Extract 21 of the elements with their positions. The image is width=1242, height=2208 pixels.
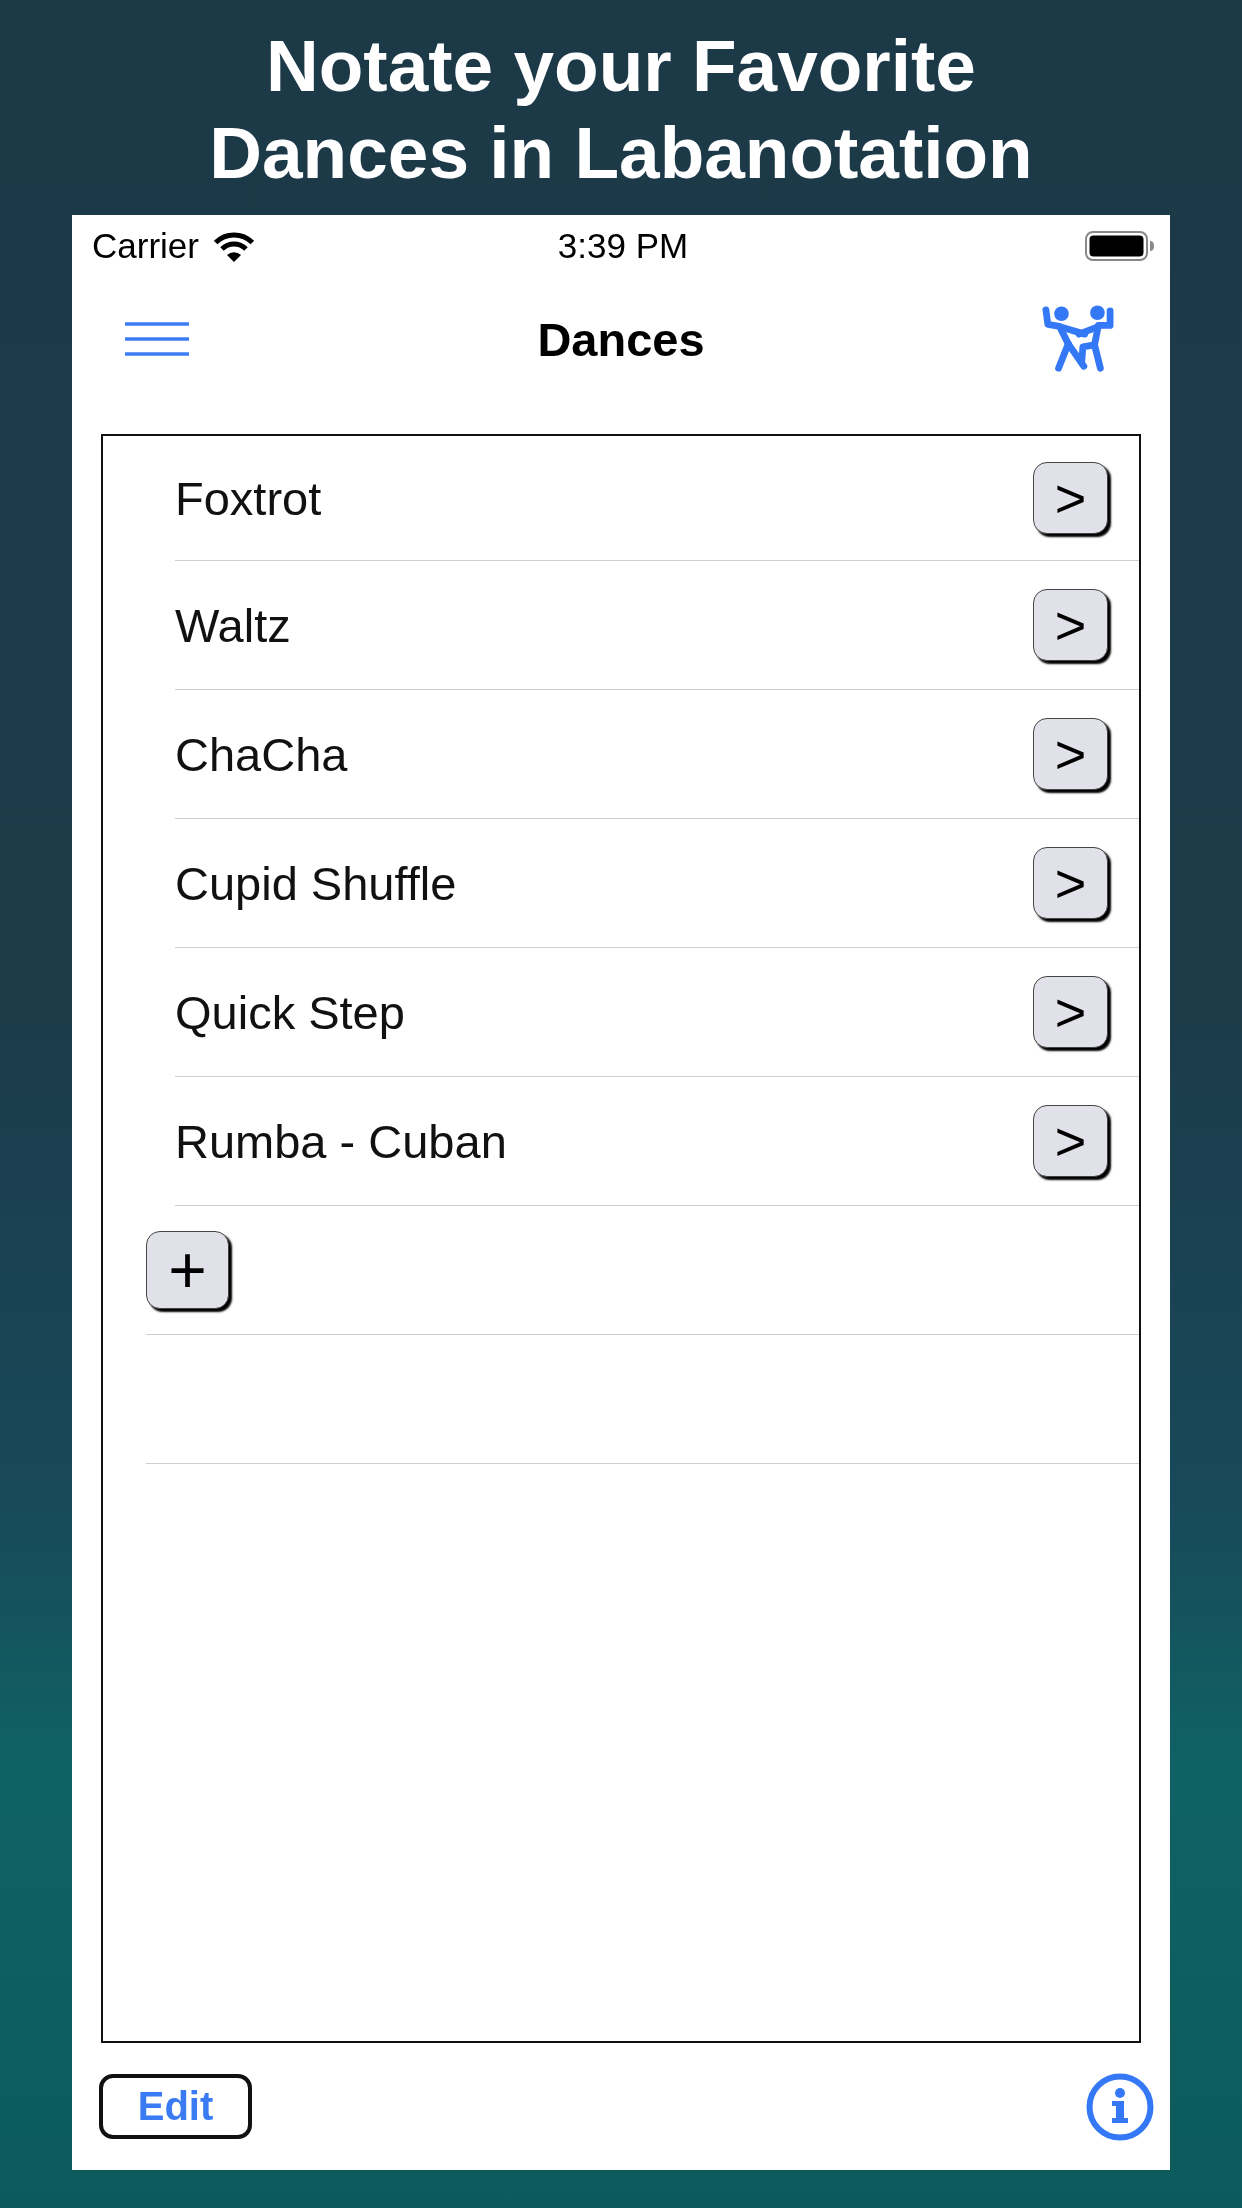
info-icon[interactable] — [1086, 2072, 1154, 2141]
battery-icon — [1085, 231, 1154, 261]
open-dance-button[interactable]: > — [1033, 462, 1108, 534]
status-time: 3:39 PM — [557, 226, 689, 266]
open-dance-button[interactable]: > — [1033, 718, 1108, 790]
dance-name: Waltz — [175, 597, 291, 653]
dance-name: Quick Step — [175, 984, 405, 1040]
menu-icon[interactable] — [125, 322, 189, 356]
open-dance-button[interactable]: > — [1033, 847, 1108, 919]
edit-button[interactable]: Edit — [99, 2074, 252, 2139]
dance-name: Rumba - Cuban — [175, 1113, 507, 1169]
dance-name: Foxtrot — [175, 470, 322, 526]
carrier-label: Carrier — [92, 226, 199, 266]
open-dance-button[interactable]: > — [1033, 976, 1108, 1048]
nav-title: Dances — [537, 311, 705, 367]
open-dance-button[interactable]: > — [1033, 1105, 1108, 1177]
dance-name: Cupid Shuffle — [175, 855, 457, 911]
open-dance-button[interactable]: > — [1033, 589, 1108, 661]
headline: Notate your Favorite Dances in Labanotation — [208, 24, 1034, 195]
add-dance-button[interactable]: + — [146, 1231, 229, 1309]
dance-name: ChaCha — [175, 726, 348, 782]
